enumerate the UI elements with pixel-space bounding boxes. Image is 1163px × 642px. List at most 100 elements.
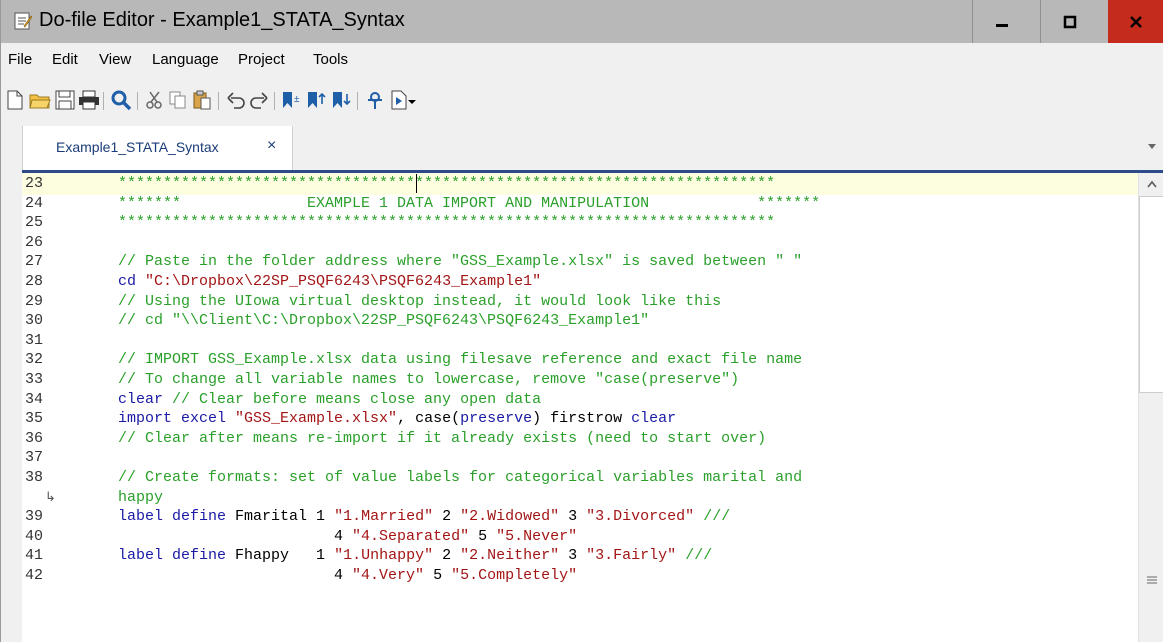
menu-file[interactable]: File: [8, 51, 32, 68]
close-icon: [1130, 15, 1142, 28]
line-number: 28: [25, 273, 44, 290]
code-token: ///: [685, 547, 713, 565]
show-file-icon: [368, 92, 382, 109]
toolbar-separator: [137, 92, 138, 110]
code-token: // To change all variable names to lower…: [118, 371, 740, 388]
code-token: ///: [703, 508, 731, 526]
save-button[interactable]: [53, 88, 77, 112]
code-editor[interactable]: 23 **************************************…: [22, 173, 1163, 642]
code-token: , case(: [397, 410, 461, 428]
line-number: 38: [25, 469, 44, 486]
line-number: 31: [25, 331, 44, 349]
menu-edit[interactable]: Edit: [52, 51, 78, 68]
redo-icon: [250, 92, 268, 109]
code-token: "3.Divorced": [586, 508, 695, 526]
toolbar-separator: [103, 92, 104, 110]
menu-language[interactable]: Language: [152, 51, 219, 68]
code-line[interactable]: 30 // cd "\\Client\C:\Dropbox\22SP_PSQF62…: [22, 312, 1138, 330]
code-line[interactable]: 31: [22, 332, 1138, 350]
code-token: clear: [631, 410, 677, 428]
close-button[interactable]: [1108, 0, 1163, 43]
code-line[interactable]: 29 // Using the UIowa virtual desktop ins…: [22, 293, 1138, 311]
code-text: // cd "\\Client\C:\Dropbox\22SP_PSQF6243…: [118, 312, 649, 330]
maximize-button[interactable]: [1041, 0, 1099, 43]
minimize-button[interactable]: [973, 0, 1031, 43]
code-text: ****************************************…: [118, 214, 775, 232]
execute-dropdown-button[interactable]: [405, 88, 419, 112]
previous-bookmark-icon: [308, 92, 326, 108]
code-token: import excel: [118, 410, 236, 428]
line-number: 23: [25, 175, 44, 192]
code-line[interactable]: 40 4 "4.Separated" 5 "5.Never": [22, 528, 1138, 546]
code-line[interactable]: 38 // Create formats: set of value labels…: [22, 469, 1138, 487]
code-text: label define Fhappy 1 "1.Unhappy" 2 "2.N…: [118, 547, 712, 565]
code-line[interactable]: 27 // Paste in the folder address where "…: [22, 253, 1138, 271]
copy-button[interactable]: [166, 88, 190, 112]
scroll-up-icon[interactable]: [1146, 179, 1158, 191]
open-button[interactable]: [28, 88, 52, 112]
code-token: "1.Unhappy": [334, 547, 434, 565]
tab-example1-stata-syntax[interactable]: Example1_STATA_Syntax ×: [22, 126, 293, 170]
undo-icon: [227, 92, 245, 109]
toolbar-separator: [274, 92, 275, 110]
code-line[interactable]: 24 ******* EXAMPLE 1 DATA IMPORT AND MANI…: [22, 195, 1138, 213]
show-file-button[interactable]: [363, 88, 387, 112]
code-token: 5: [424, 567, 452, 584]
code-token: // Using the UIowa virtual desktop inste…: [118, 292, 722, 310]
code-line[interactable]: 25 **************************************…: [22, 214, 1138, 232]
code-token: "4.Separated": [352, 527, 470, 545]
code-line[interactable]: 37: [22, 449, 1138, 467]
undo-button[interactable]: [224, 88, 248, 112]
line-number: 30: [25, 312, 44, 330]
line-number: 29: [25, 292, 44, 310]
menu-project[interactable]: Project: [238, 51, 285, 68]
cut-button[interactable]: [143, 88, 167, 112]
tab-list-dropdown-icon[interactable]: [1146, 140, 1158, 152]
code-token: 3: [559, 508, 587, 526]
code-token: 4: [118, 527, 353, 545]
menu-tools[interactable]: Tools: [313, 51, 348, 68]
cut-icon: [146, 91, 162, 109]
menu-view[interactable]: View: [99, 51, 131, 68]
line-wrap-icon: ↳: [45, 489, 56, 505]
code-token: cd: [118, 273, 146, 290]
code-line[interactable]: 28 cd "C:\Dropbox\22SP_PSQF6243\PSQF6243_…: [22, 273, 1138, 291]
code-line[interactable]: 32 // IMPORT GSS_Example.xlsx data using …: [22, 351, 1138, 369]
code-line[interactable]: 39 label define Fmarital 1 "1.Married" 2 …: [22, 508, 1138, 526]
new-file-button[interactable]: [3, 88, 27, 112]
code-line[interactable]: 23 **************************************…: [22, 175, 1138, 193]
code-token: "GSS_Example.xlsx": [235, 410, 398, 428]
next-bookmark-button[interactable]: [330, 88, 354, 112]
code-token: "4.Very": [352, 567, 425, 584]
next-bookmark-icon: [333, 92, 351, 108]
code-token: // Clear before means close any open dat…: [172, 390, 542, 408]
code-line[interactable]: 41 label define Fhappy 1 "1.Unhappy" 2 "2…: [22, 547, 1138, 565]
code-line[interactable]: 36 // Clear after means re-import if it a…: [22, 430, 1138, 448]
toggle-bookmark-button[interactable]: ±: [280, 88, 304, 112]
code-line[interactable]: 26: [22, 234, 1138, 252]
title-bar[interactable]: Do-file Editor - Example1_STATA_Syntax: [1, 0, 1163, 43]
code-line[interactable]: 35 import excel "GSS_Example.xlsx", case(…: [22, 410, 1138, 428]
previous-bookmark-button[interactable]: [305, 88, 329, 112]
line-number: 24: [25, 194, 44, 212]
code-line[interactable]: 33 // To change all variable names to low…: [22, 371, 1138, 389]
code-token: Fhappy 1: [235, 547, 335, 565]
vertical-scrollbar[interactable]: [1138, 173, 1163, 642]
code-token: preserve: [460, 410, 533, 428]
redo-button[interactable]: [247, 88, 271, 112]
code-token: ) firstrow: [532, 410, 632, 428]
find-button[interactable]: [109, 88, 133, 112]
tab-close-button[interactable]: ×: [267, 137, 276, 155]
code-text: cd "C:\Dropbox\22SP_PSQF6243\PSQF6243_Ex…: [118, 273, 541, 291]
code-token: happy: [118, 488, 164, 506]
line-number: 40: [25, 527, 44, 545]
code-line[interactable]: ↳ happy: [22, 489, 1138, 507]
code-line[interactable]: 34 clear // Clear before means close any …: [22, 391, 1138, 409]
scrollbar-thumb[interactable]: [1139, 196, 1163, 393]
code-line[interactable]: 42 4 "4.Very" 5 "5.Completely": [22, 567, 1138, 585]
code-text: 4 "4.Very" 5 "5.Completely": [118, 567, 577, 585]
paste-button[interactable]: [190, 88, 214, 112]
code-token: "5.Never": [496, 527, 578, 545]
print-button[interactable]: [77, 88, 101, 112]
code-token: "2.Widowed": [460, 508, 560, 526]
